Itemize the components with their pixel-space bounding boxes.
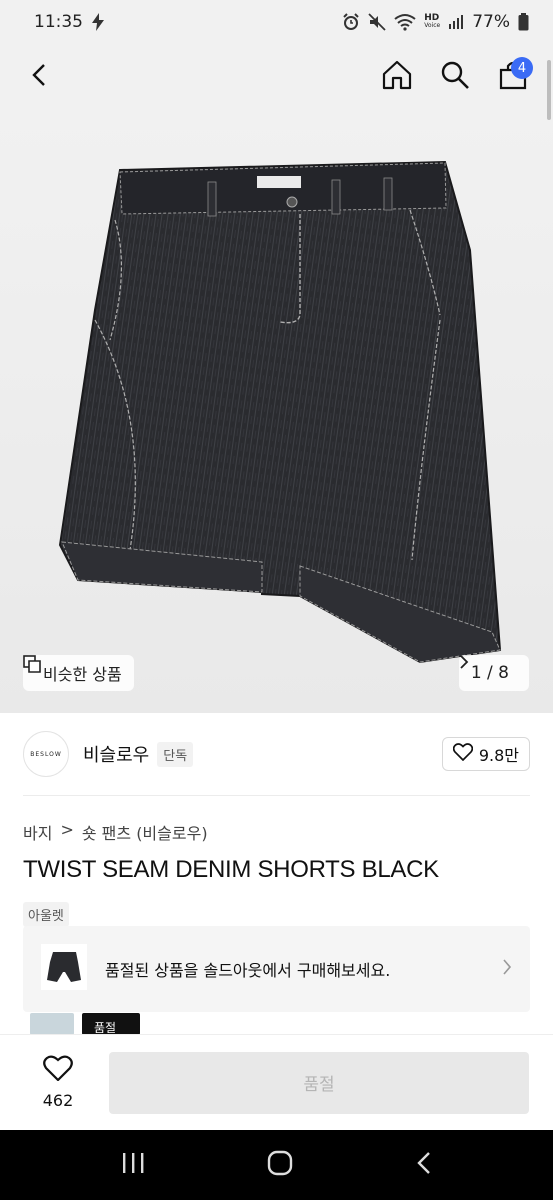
system-nav-bar: [0, 1130, 553, 1200]
thumbnail-item[interactable]: 품절: [82, 1013, 140, 1035]
soldout-product-thumbnail: [41, 944, 87, 994]
lightning-icon: [91, 13, 105, 31]
mute-icon: [368, 13, 386, 31]
back-nav-button[interactable]: [416, 1151, 432, 1179]
breadcrumb-subcategory[interactable]: 숏 팬츠 (비슬로우): [82, 820, 208, 844]
status-time: 11:35: [34, 12, 83, 32]
thumbnail-item[interactable]: [30, 1013, 74, 1035]
brand-logo-text: BESLOW: [30, 750, 62, 758]
scroll-indicator[interactable]: [547, 60, 551, 120]
buy-button-label: 품절: [303, 1075, 335, 1095]
network-type: HD: [424, 13, 440, 23]
page-indicator: 1 / 8: [470, 663, 509, 683]
exclusive-badge: 단독: [157, 741, 194, 767]
divider: [23, 795, 530, 796]
breadcrumb: 바지 > 숏 팬츠 (비슬로우): [23, 820, 208, 844]
product-image-carousel[interactable]: 비슷한 상품 1 / 8: [0, 110, 553, 713]
brand-like-button[interactable]: 9.8만: [441, 737, 530, 771]
wifi-icon: [394, 13, 416, 31]
home-button[interactable]: [377, 57, 417, 97]
network-label: HD Voice: [424, 14, 440, 30]
soldout-banner[interactable]: 품절된 상품을 솔드아웃에서 구매해보세요.: [23, 926, 530, 1012]
battery-icon: [518, 13, 529, 31]
status-bar: 11:35 HD Voice 77%: [0, 0, 553, 44]
app-header: 4: [0, 44, 553, 110]
breadcrumb-category[interactable]: 바지: [23, 820, 52, 844]
battery-percent: 77%: [472, 12, 510, 32]
alarm-icon: [342, 13, 360, 31]
buy-button[interactable]: 품절: [109, 1051, 529, 1114]
related-thumbnails: 품절: [30, 1013, 140, 1035]
heart-icon: [43, 1055, 73, 1085]
brand-name[interactable]: 비슬로우: [83, 741, 149, 767]
home-icon: [382, 60, 412, 94]
chevron-right-icon: [502, 959, 512, 979]
header-actions: 4: [377, 57, 533, 97]
back-button[interactable]: [20, 57, 60, 97]
brand-logo[interactable]: BESLOW: [23, 731, 69, 777]
image-pager[interactable]: 1 / 8: [458, 655, 529, 691]
thumbnail-label: 품절: [94, 1021, 117, 1035]
back-icon: [30, 63, 50, 91]
cart-count-badge: 4: [511, 57, 533, 79]
network-sub: Voice: [424, 22, 441, 29]
heart-icon: [452, 743, 474, 765]
recent-apps-button[interactable]: [121, 1152, 145, 1178]
outlet-badge: 아울렛: [23, 902, 69, 927]
similar-products-button[interactable]: 비슷한 상품: [23, 655, 134, 691]
bottom-action-bar: 462 품절: [0, 1034, 553, 1130]
brand-row: BESLOW 비슬로우 단독 9.8만: [23, 731, 530, 777]
wishlist-button[interactable]: 462: [23, 1055, 93, 1110]
product-title: TWIST SEAM DENIM SHORTS BLACK: [23, 856, 439, 883]
cart-button[interactable]: 4: [493, 57, 533, 97]
status-right: HD Voice 77%: [342, 12, 529, 32]
status-left: 11:35: [34, 12, 105, 32]
signal-icon: [448, 14, 464, 30]
breadcrumb-separator: >: [60, 820, 74, 839]
app-screen: 11:35 HD Voice 77% 4 비슷한 상품 1 / 8 BESLOW…: [0, 0, 553, 1200]
wishlist-count: 462: [42, 1091, 74, 1110]
soldout-banner-text: 품절된 상품을 솔드아웃에서 구매해보세요.: [105, 961, 391, 980]
home-nav-button[interactable]: [267, 1150, 293, 1180]
similar-products-label: 비슷한 상품: [43, 665, 122, 684]
search-icon: [440, 60, 470, 94]
search-button[interactable]: [435, 57, 475, 97]
brand-like-count: 9.8만: [478, 746, 519, 765]
product-image: [58, 160, 502, 664]
